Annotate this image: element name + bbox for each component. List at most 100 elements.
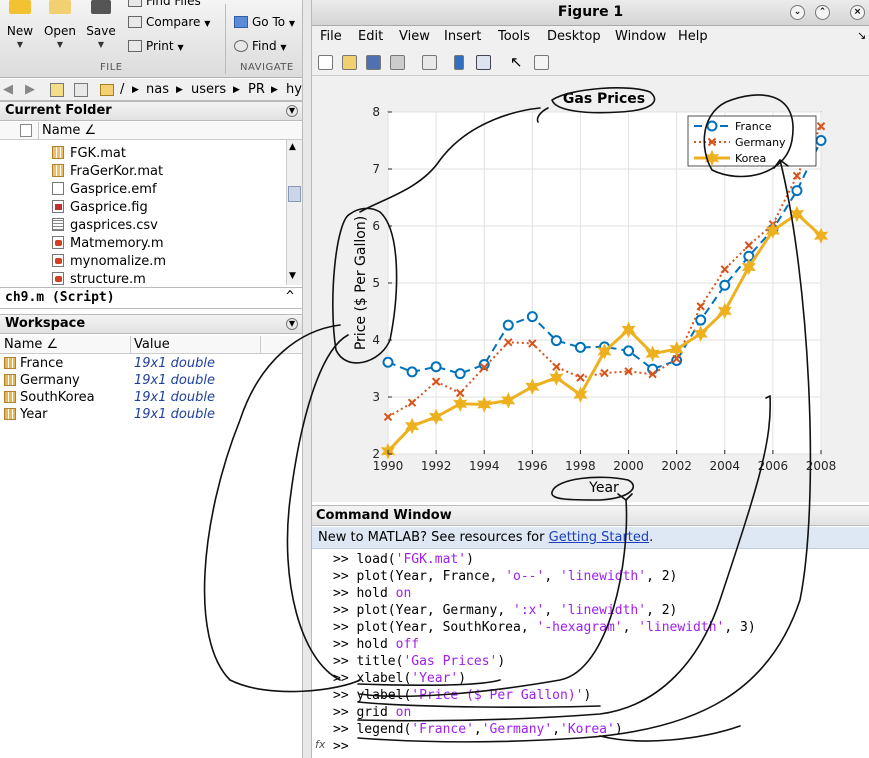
panel-menu-icon[interactable]: ▼ xyxy=(286,318,298,330)
find-button[interactable]: Find ▼ xyxy=(234,39,287,53)
list-item[interactable]: FraGerKor.mat xyxy=(52,164,163,179)
list-item[interactable]: gasprices.csv xyxy=(52,218,158,233)
scrollbar-thumb[interactable] xyxy=(288,186,301,202)
data-point-france xyxy=(382,356,394,368)
back-arrow-icon[interactable]: ◀ xyxy=(3,82,13,97)
close-icon[interactable]: × xyxy=(850,5,865,20)
print-button[interactable]: Print ▼ xyxy=(128,39,184,53)
command-string: on xyxy=(395,705,412,720)
save-icon xyxy=(91,0,111,14)
command-text: ) xyxy=(458,671,467,686)
command-text: , 2) xyxy=(646,569,678,584)
y-tick-label: 5 xyxy=(372,276,380,290)
new-dropdown-icon: ▼ xyxy=(16,40,24,49)
goto-button[interactable]: Go To ▼ xyxy=(234,15,295,29)
command-text: >> hold xyxy=(333,637,396,652)
new-figure-icon[interactable] xyxy=(318,55,333,70)
address-bar[interactable]: ◀ ▶ / ▶ nas ▶ users ▶ PR ▶ hyun xyxy=(0,79,318,101)
link-plot-icon[interactable] xyxy=(422,55,437,70)
pointer-icon[interactable]: ↖ xyxy=(510,53,523,71)
breadcrumb-nas[interactable]: nas xyxy=(146,82,169,97)
menu-tools[interactable]: Tools xyxy=(498,29,530,44)
script-file-icon xyxy=(52,272,64,285)
command-text: >> hold xyxy=(333,586,396,601)
new-button[interactable]: New ▼ xyxy=(0,0,40,49)
name-column-header[interactable]: Name ∠ xyxy=(42,123,96,138)
save-icon[interactable] xyxy=(366,55,381,70)
x-tick-label: 2004 xyxy=(710,459,741,473)
open-file-icon[interactable] xyxy=(342,55,357,70)
command-text: >> xyxy=(333,739,357,754)
table-row[interactable]: Year 19x1 double xyxy=(0,406,302,423)
print-icon[interactable] xyxy=(390,55,405,70)
table-row[interactable]: France 19x1 double xyxy=(0,355,302,372)
value-column-header[interactable]: Value xyxy=(134,337,170,352)
command-line: >> ylabel('Price ($ Per Gallon)') xyxy=(333,688,591,703)
data-point-france xyxy=(430,361,442,373)
scroll-up-icon[interactable]: ▲ xyxy=(289,142,296,152)
current-folder-scrollbar[interactable]: ▲ ▼ xyxy=(286,140,302,285)
command-text: ) xyxy=(466,552,474,567)
menu-file[interactable]: File xyxy=(320,29,342,44)
maximize-icon[interactable]: ⌃ xyxy=(815,5,830,20)
save-button[interactable]: Save ▼ xyxy=(81,0,121,49)
menu-desktop[interactable]: Desktop xyxy=(547,29,601,44)
command-text: , xyxy=(552,722,561,737)
list-item[interactable]: Matmemory.m xyxy=(52,236,164,251)
gas-prices-chart[interactable]: 1990 1992 1994 1996 1998 2000 2002 2004 2006 2008… xyxy=(312,76,869,502)
property-editor-icon[interactable] xyxy=(534,55,549,70)
table-row[interactable]: Germany 19x1 double xyxy=(0,372,302,389)
command-string: on xyxy=(395,586,412,601)
legend[interactable]: France Germany Korea xyxy=(687,115,817,167)
getting-started-link[interactable]: Getting Started xyxy=(549,530,650,545)
current-folder-list[interactable]: FGK.mat FraGerKor.mat Gasprice.emf Gaspr… xyxy=(0,140,286,285)
table-row[interactable]: SouthKorea 19x1 double xyxy=(0,389,302,406)
breadcrumb-pr[interactable]: PR xyxy=(248,82,265,97)
list-item[interactable]: structure.m xyxy=(52,272,146,285)
up-folder-icon[interactable] xyxy=(50,83,64,97)
command-text: >> plot(Year, SouthKorea, xyxy=(333,620,537,635)
command-string: 'Korea' xyxy=(560,722,615,737)
command-text: , xyxy=(544,603,560,618)
command-line[interactable]: >> xyxy=(333,739,356,754)
x-tick-label: 2006 xyxy=(758,459,789,473)
toolstrip-divider xyxy=(225,4,226,74)
list-item[interactable]: mynomalize.m xyxy=(52,254,166,269)
x-tick-label: 2008 xyxy=(806,459,837,473)
command-string: 'Year' xyxy=(411,671,459,686)
menu-help[interactable]: Help xyxy=(678,29,708,44)
panel-menu-icon[interactable]: ▼ xyxy=(286,105,298,117)
document-icon xyxy=(52,182,64,195)
menu-insert[interactable]: Insert xyxy=(444,29,481,44)
panel-divider[interactable] xyxy=(302,0,312,758)
open-button[interactable]: Open ▼ xyxy=(40,0,80,49)
colorbar-icon[interactable] xyxy=(454,55,464,70)
forward-arrow-icon[interactable]: ▶ xyxy=(25,82,35,97)
dock-arrow-icon[interactable]: ↘ xyxy=(857,29,866,42)
details-script-bar[interactable]: ch9.m (Script) ^ xyxy=(0,287,302,309)
command-line: >> title('Gas Prices') xyxy=(333,654,505,669)
list-item[interactable]: Gasprice.emf xyxy=(52,182,157,197)
data-point-france xyxy=(671,355,683,367)
browse-icon[interactable] xyxy=(74,83,88,97)
name-column-header[interactable]: Name ∠ xyxy=(4,337,58,352)
list-item[interactable]: Gasprice.fig xyxy=(52,200,148,215)
breadcrumb-root[interactable]: / xyxy=(120,82,124,97)
list-item[interactable]: FGK.mat xyxy=(52,146,126,161)
breadcrumb-users[interactable]: users xyxy=(191,82,226,97)
figure-menu-bar: File Edit View Insert Tools Desktop Wind… xyxy=(312,26,869,48)
legend-label-germany: Germany xyxy=(735,136,786,149)
scroll-down-icon[interactable]: ▼ xyxy=(289,271,296,281)
compare-button[interactable]: Compare ▼ xyxy=(128,15,210,29)
menu-view[interactable]: View xyxy=(399,29,430,44)
command-line: >> xlabel('Year') xyxy=(333,671,466,686)
legend-icon[interactable] xyxy=(476,55,491,70)
menu-window[interactable]: Window xyxy=(615,29,666,44)
y-axis-label: Price ($ Per Gallon) xyxy=(353,216,369,350)
find-files-button[interactable]: Find Files xyxy=(128,0,201,8)
fx-icon[interactable]: fx xyxy=(315,738,325,751)
chevron-up-icon[interactable]: ^ xyxy=(286,289,294,304)
menu-edit[interactable]: Edit xyxy=(358,29,383,44)
chevron-down-icon[interactable]: ⌄ xyxy=(790,5,805,20)
command-string: 'France' xyxy=(411,722,474,737)
